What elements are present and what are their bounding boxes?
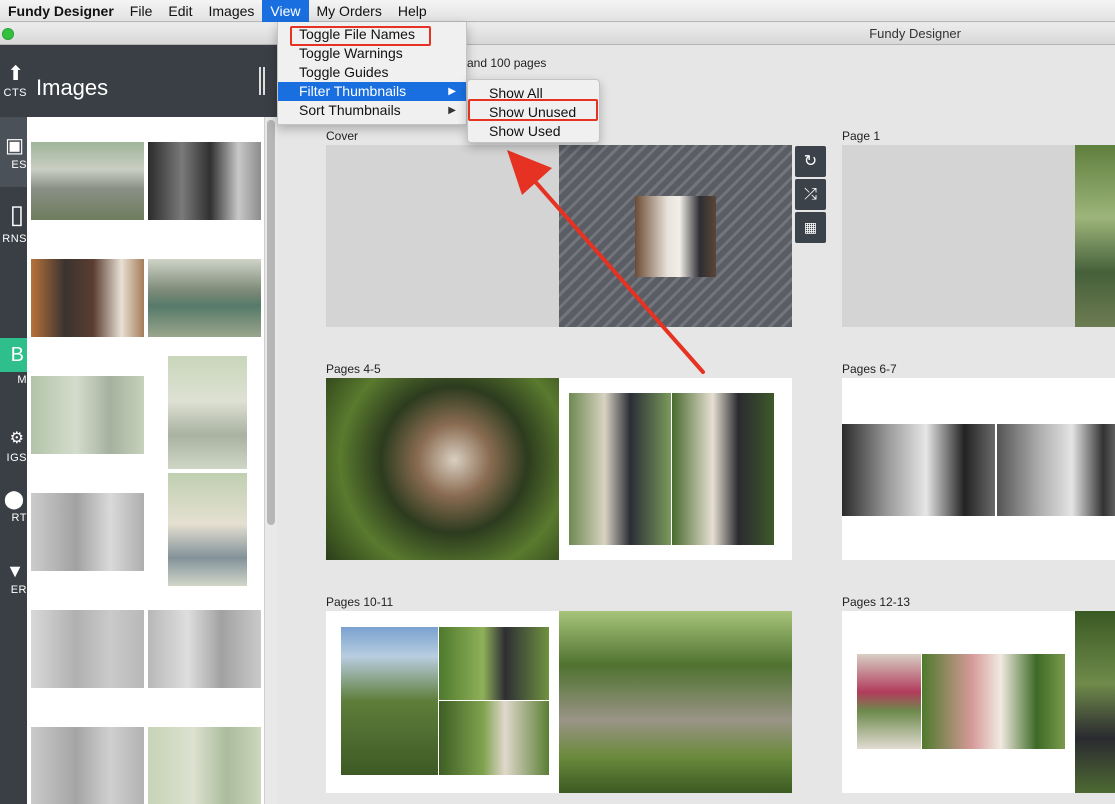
nav-label: RT [11,512,27,524]
menu-item-toggle-guides[interactable]: Toggle Guides [278,63,466,82]
submenu-arrow-icon: ▶ [448,86,456,97]
page-photo[interactable] [997,424,1115,516]
export-icon: ⬤ [3,489,24,509]
nav-label: IGS [6,452,27,464]
spread-label: Pages 4-5 [326,362,381,376]
image-thumbnail[interactable] [31,493,144,571]
page-photo[interactable] [1075,611,1115,793]
images-panel-header: Images [27,45,277,117]
images-panel-title: Images [36,75,109,100]
spread-label: Pages 6-7 [842,362,897,376]
spread-pages-12-13[interactable] [842,611,1115,793]
thumbnails-scrollbar-thumb[interactable] [267,120,275,525]
image-thumbnail[interactable] [168,473,247,586]
menu-file[interactable]: File [122,0,161,22]
page-photo[interactable] [341,627,438,775]
album-info-text: and 100 pages [467,56,547,70]
window-titlebar: Fundy Designer [0,23,1115,45]
nav-item-album[interactable]: B M [0,338,27,386]
nav-item-export[interactable]: ⬤ RT [0,488,27,524]
image-thumbnails-panel[interactable] [27,117,265,804]
image-thumbnail[interactable] [148,610,261,688]
menu-item-sort-thumbnails[interactable]: Sort Thumbnails ▶ [278,101,466,120]
panel-resize-handle-icon[interactable] [259,67,269,95]
image-thumbnail[interactable] [168,356,247,469]
spread-label: Pages 12-13 [842,595,911,609]
nav-item-order[interactable]: ▼ ER [0,560,27,596]
cover-photo[interactable] [635,196,716,277]
menu-view[interactable]: View [262,0,309,22]
menu-item-toggle-warnings[interactable]: Toggle Warnings [278,44,466,63]
nav-label: CTS [3,87,27,99]
image-thumbnail[interactable] [31,142,144,220]
nav-item-projects[interactable]: ⬆ CTS [0,63,27,99]
image-thumbnail[interactable] [148,727,261,804]
window-title: Fundy Designer [869,26,961,41]
nav-item-images[interactable]: ▣ ES [0,117,27,187]
menu-my-orders[interactable]: My Orders [309,0,390,22]
page-photo[interactable] [857,654,921,749]
image-thumbnail[interactable] [148,259,261,337]
nav-label: M [17,374,27,386]
album-spreads-canvas: and 100 pages Cover ↻ ⤮ ▦ Page 1 Pages 4… [277,45,1115,804]
refresh-icon[interactable]: ↻ [795,146,826,177]
image-thumbnail[interactable] [31,376,144,454]
annotation-highlight-box [468,99,598,121]
spread-label: Pages 10-11 [326,595,394,609]
page-photo[interactable] [842,424,995,516]
order-icon: ▼ [6,561,24,581]
page-photo[interactable] [439,701,549,775]
nav-label: ER [10,584,27,596]
image-thumbnail[interactable] [31,259,144,337]
image-thumbnail[interactable] [31,727,144,804]
nav-label: ES [11,159,27,171]
spread-label: Cover [326,129,359,143]
nav-strip: ⬆ CTS ▣ ES ▯ RNS B M ⚙ IGS ⬤ RT ▼ ER [0,45,27,804]
menu-item-label: Sort Thumbnails [299,102,401,118]
annotation-highlight-box [290,26,431,46]
nav-item-patterns[interactable]: ▯ RNS [0,197,27,245]
page-photo[interactable] [672,393,774,545]
grid-layout-icon[interactable]: ▦ [795,212,826,243]
page-photo[interactable] [1075,145,1115,327]
page-photo[interactable] [569,393,671,545]
gear-icon: ⚙ [9,430,24,447]
page-photo[interactable] [559,611,792,793]
images-icon: ▣ [5,135,24,157]
album-icon: B [0,338,27,372]
spread-page-1[interactable] [842,145,1115,327]
page-photo[interactable] [439,627,549,700]
app-menu[interactable]: Fundy Designer [0,0,122,22]
nav-label: RNS [2,233,27,245]
menu-help[interactable]: Help [390,0,435,22]
spread-pages-10-11[interactable] [326,611,792,793]
menu-bar: Fundy Designer File Edit Images View My … [0,0,1115,22]
menu-item-label: Filter Thumbnails [299,83,407,99]
menu-item-show-used[interactable]: Show Used [468,122,599,141]
shuffle-icon[interactable]: ⤮ [795,179,826,210]
nav-item-settings[interactable]: ⚙ IGS [0,428,27,464]
menu-edit[interactable]: Edit [160,0,200,22]
submenu-arrow-icon: ▶ [448,105,456,116]
menu-images[interactable]: Images [200,0,262,22]
patterns-icon: ▯ [9,199,24,229]
page-photo[interactable] [922,654,1065,749]
spread-pages-4-5[interactable] [326,378,792,560]
up-arrow-icon: ⬆ [7,63,24,85]
spread-pages-6-7[interactable] [842,378,1115,560]
image-thumbnail[interactable] [31,610,144,688]
page-photo[interactable] [326,378,559,560]
image-thumbnail[interactable] [148,142,261,220]
spread-cover[interactable] [326,145,792,327]
menu-item-filter-thumbnails[interactable]: Filter Thumbnails ▶ [278,82,466,101]
spread-label: Page 1 [842,129,881,143]
